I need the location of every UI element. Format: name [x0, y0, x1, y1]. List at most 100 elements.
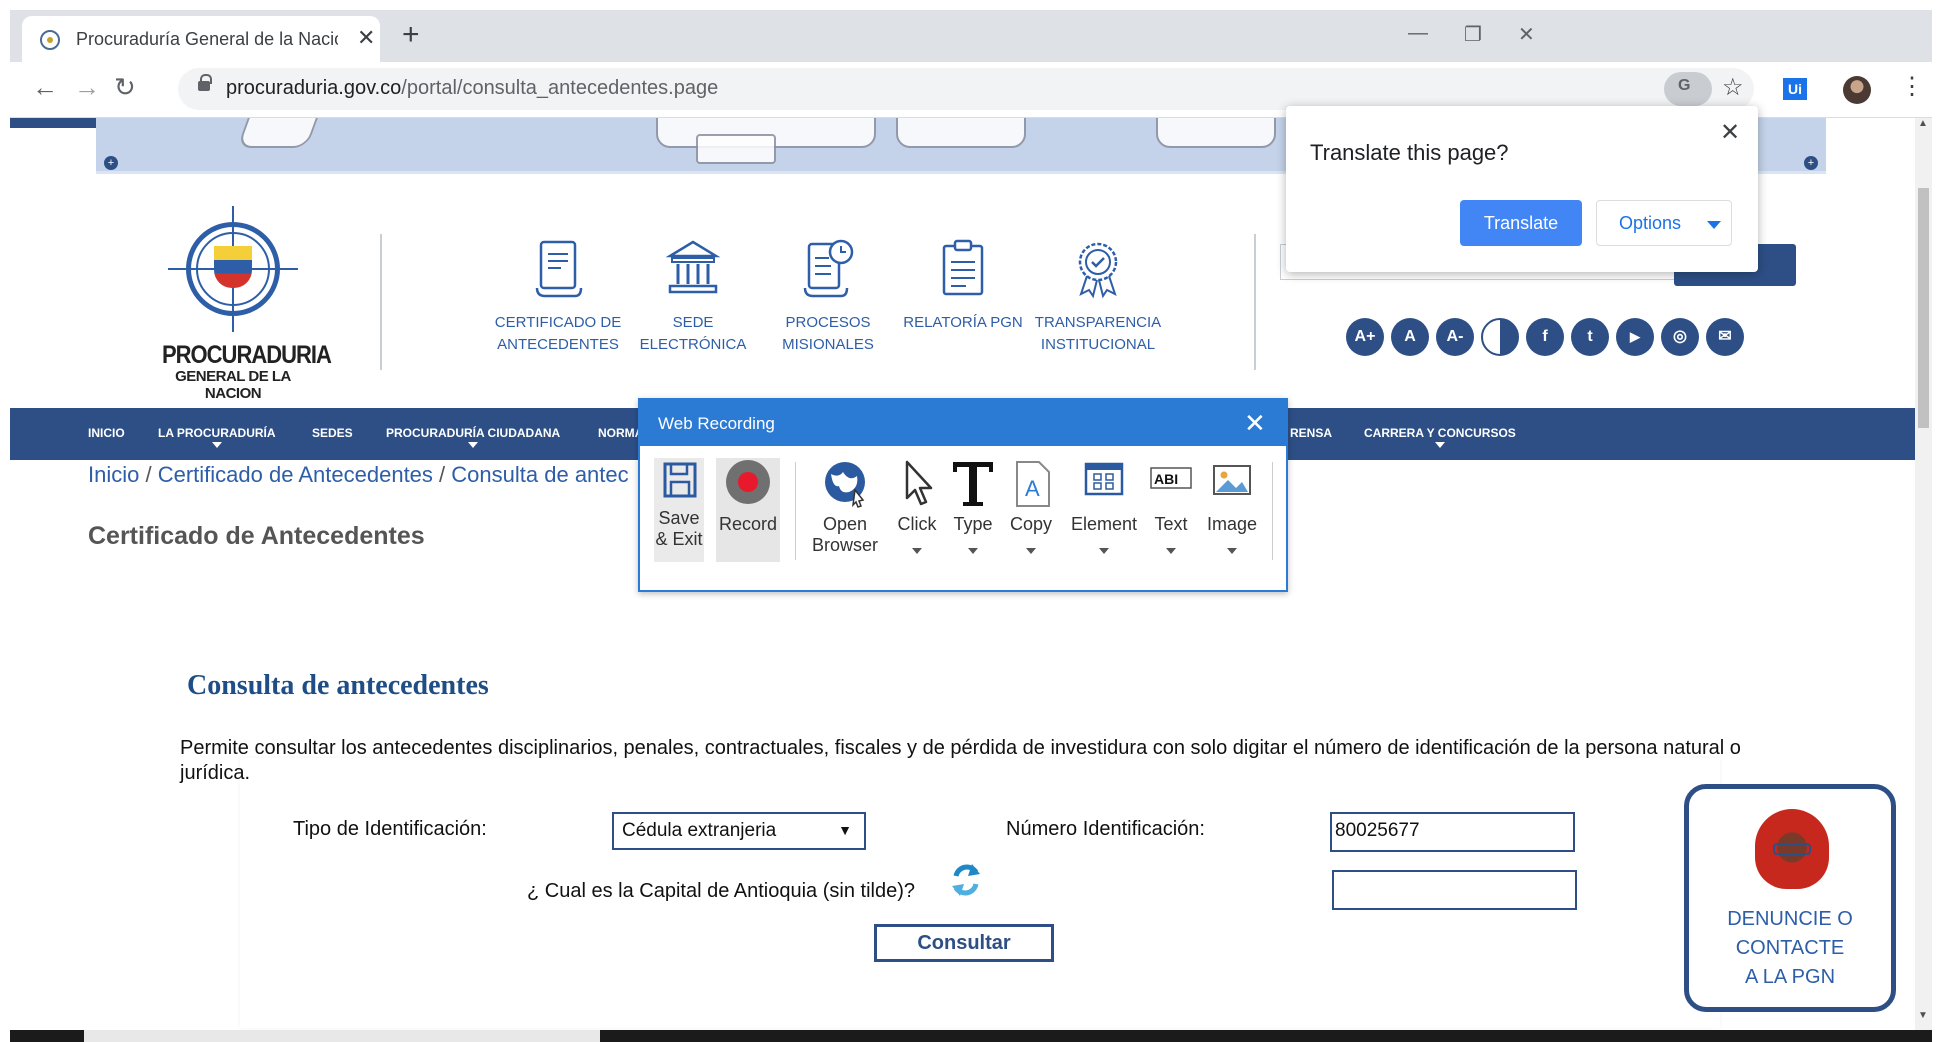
- translate-button[interactable]: Translate: [1460, 200, 1582, 246]
- nav-item-la-procuraduria[interactable]: LA PROCURADURÍA: [158, 426, 276, 448]
- record-button[interactable]: Record: [716, 458, 780, 562]
- nav-item-normatividad[interactable]: NORMA: [598, 426, 643, 440]
- back-button[interactable]: ←: [32, 72, 58, 103]
- scroll-up-icon[interactable]: ▲: [1918, 118, 1928, 129]
- save-exit-button[interactable]: Save & Exit: [654, 458, 704, 562]
- forward-button[interactable]: →: [74, 72, 100, 103]
- image-icon: [1213, 465, 1251, 495]
- refresh-captcha-icon[interactable]: [950, 862, 982, 898]
- breadcrumb-consulta[interactable]: Consulta de antec: [451, 462, 628, 487]
- logo-subtitle: GENERAL DE LA NACION: [175, 368, 291, 402]
- lock-icon[interactable]: [198, 74, 212, 94]
- tab-title: Procuraduría General de la Nación: [76, 29, 338, 49]
- element-icon: [1084, 462, 1124, 496]
- element-tool-button[interactable]: Element: [1068, 458, 1140, 568]
- restore-button[interactable]: ❐: [1464, 22, 1482, 47]
- text-tool-button[interactable]: ABI Text: [1146, 458, 1196, 568]
- tab-close-icon[interactable]: ✕: [357, 25, 375, 51]
- email-icon[interactable]: ✉: [1706, 318, 1744, 356]
- banner-plus-icon[interactable]: +: [1804, 156, 1818, 170]
- captcha-answer-input[interactable]: [1332, 870, 1577, 910]
- translate-options-button[interactable]: Options: [1596, 200, 1732, 246]
- tipo-identificacion-select[interactable]: Cédula extranjeria ▼: [612, 812, 866, 850]
- uipath-extension-icon[interactable]: Ui: [1783, 78, 1807, 100]
- instagram-icon[interactable]: ◎: [1661, 318, 1699, 356]
- font-normal-button[interactable]: A: [1391, 318, 1429, 356]
- browser-menu-icon[interactable]: ⋮: [1900, 72, 1924, 101]
- chevron-down-icon: [211, 442, 222, 448]
- image-tool-button[interactable]: Image: [1202, 458, 1262, 568]
- chevron-down-icon: [1227, 548, 1237, 554]
- cursor-icon: [905, 460, 933, 506]
- scroll-down-icon[interactable]: ▼: [1918, 1010, 1928, 1021]
- url-domain: procuraduria.gov.co: [226, 77, 402, 99]
- minimize-button[interactable]: —: [1408, 22, 1428, 45]
- chevron-down-icon: [912, 548, 922, 554]
- translate-popup: Translate this page? ✕ Translate Options: [1286, 106, 1758, 272]
- browser-tab[interactable]: Procuraduría General de la Nación ✕: [22, 16, 380, 62]
- copy-tool-button[interactable]: A Copy: [1004, 458, 1058, 568]
- coat-of-arms-icon: [214, 246, 252, 288]
- youtube-icon[interactable]: ▶: [1616, 318, 1654, 356]
- profile-avatar[interactable]: [1843, 76, 1871, 104]
- open-browser-button[interactable]: Open Browser: [808, 458, 882, 568]
- url-text[interactable]: procuraduria.gov.co/portal/consulta_ante…: [226, 77, 718, 100]
- record-icon: [726, 460, 770, 504]
- breadcrumb-certificado[interactable]: Certificado de Antecedentes: [158, 462, 433, 487]
- type-tool-button[interactable]: Type: [948, 458, 998, 568]
- nav-item-inicio[interactable]: INICIO: [88, 426, 125, 440]
- service-label: CERTIFICADO DE ANTECEDENTES: [494, 314, 622, 353]
- chevron-down-icon: [1434, 442, 1445, 448]
- facebook-icon[interactable]: f: [1526, 318, 1564, 356]
- procuraduria-logo[interactable]: PROCURADURIA GENERAL DE LA NACION: [162, 206, 332, 402]
- denuncie-contacte-widget[interactable]: DENUNCIE O CONTACTE A LA PGN: [1684, 784, 1896, 1012]
- window-close-button[interactable]: ✕: [1518, 22, 1535, 47]
- breadcrumb-separator: /: [145, 462, 152, 487]
- recorder-header: Web Recording ✕: [640, 400, 1286, 446]
- page-scrollbar[interactable]: ▲ ▼: [1915, 118, 1932, 1030]
- address-bar[interactable]: procuraduria.gov.co/portal/consulta_ante…: [178, 68, 1754, 110]
- font-decrease-button[interactable]: A-: [1436, 318, 1474, 356]
- twitter-icon[interactable]: t: [1571, 318, 1609, 356]
- translate-page-icon[interactable]: G: [1664, 72, 1712, 106]
- translate-close-icon[interactable]: ✕: [1720, 118, 1740, 147]
- chevron-down-icon: [1026, 548, 1036, 554]
- scrollbar-thumb[interactable]: [1918, 188, 1929, 428]
- header-divider: [380, 234, 382, 370]
- numero-identificacion-input[interactable]: 80025677: [1330, 812, 1575, 852]
- chevron-down-icon: [468, 442, 479, 448]
- chevron-down-icon: [1166, 548, 1176, 554]
- scroll-clock-icon: [803, 239, 854, 298]
- banner-plus-icon[interactable]: +: [104, 156, 118, 170]
- nav-item-carrera-concursos[interactable]: CARRERA Y CONCURSOS: [1364, 426, 1516, 448]
- breadcrumb-separator: /: [439, 462, 446, 487]
- breadcrumb-inicio[interactable]: Inicio: [88, 462, 139, 487]
- chevron-down-icon: [968, 548, 978, 554]
- service-label: RELATORÍA PGN: [903, 314, 1023, 331]
- web-recording-toolbar: Web Recording ✕ Save & Exit Record Open Br…: [638, 398, 1288, 592]
- browser-tab-strip: Procuraduría General de la Nación ✕ + — …: [10, 10, 1932, 62]
- new-tab-button[interactable]: +: [402, 18, 420, 52]
- floppy-disk-icon: [663, 462, 697, 498]
- certificate-icon: [535, 240, 583, 298]
- nav-item-sedes[interactable]: SEDES: [312, 426, 353, 440]
- chevron-down-icon: [1707, 221, 1721, 229]
- chevron-down-icon: [1099, 548, 1109, 554]
- building-icon: [666, 240, 720, 294]
- click-tool-button[interactable]: Click: [892, 458, 942, 568]
- font-increase-button[interactable]: A+: [1346, 318, 1384, 356]
- consultar-button[interactable]: Consultar: [874, 924, 1054, 962]
- recorder-close-icon[interactable]: ✕: [1244, 408, 1266, 439]
- clipboard-icon: [942, 239, 984, 296]
- contrast-toggle-icon[interactable]: [1481, 318, 1519, 356]
- nav-item-procuraduria-ciudadana[interactable]: PROCURADURÍA CIUDADANA: [386, 426, 560, 448]
- tipo-identificacion-label: Tipo de Identificación:: [293, 818, 487, 840]
- award-badge-icon: [1078, 242, 1118, 299]
- reload-button[interactable]: ↻: [114, 72, 136, 103]
- avatar-glasses-icon: [1773, 843, 1811, 855]
- consulta-heading: Consulta de antecedentes: [187, 670, 489, 701]
- nav-item-prensa[interactable]: RENSA: [1290, 426, 1332, 440]
- url-path: /portal/consulta_antecedentes.page: [401, 77, 719, 99]
- bookmark-star-icon[interactable]: ☆: [1722, 73, 1744, 102]
- header-divider: [1254, 234, 1256, 370]
